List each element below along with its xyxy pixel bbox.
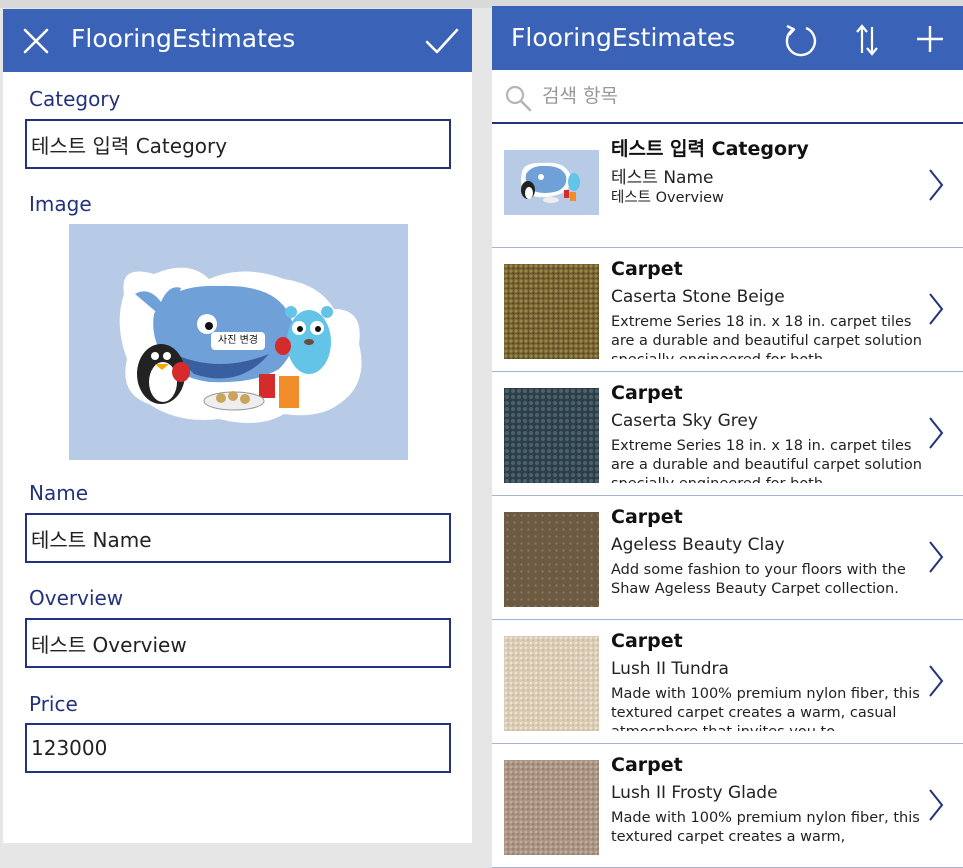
list-item[interactable]: Carpet Lush II Frosty Glade Made with 10… xyxy=(492,744,963,868)
change-photo-button[interactable]: 사진 변경 xyxy=(211,332,265,350)
item-overview: Made with 100% premium nylon fiber, this… xyxy=(611,686,920,731)
search-bar xyxy=(492,70,963,122)
item-category: Carpet xyxy=(611,506,683,528)
item-category: Carpet xyxy=(611,630,683,652)
price-input[interactable] xyxy=(25,723,451,773)
search-icon xyxy=(505,85,532,112)
search-input[interactable] xyxy=(542,80,942,112)
item-category: Carpet xyxy=(611,258,683,280)
list-item[interactable]: 테스트 입력 Category 테스트 Name 테스트 Overview xyxy=(492,124,963,248)
chevron-right-icon[interactable] xyxy=(927,167,945,203)
list-item[interactable]: Carpet Ageless Beauty Clay Add some fash… xyxy=(492,496,963,620)
item-name: Ageless Beauty Clay xyxy=(611,535,785,555)
item-overview: 테스트 Overview xyxy=(611,190,724,206)
item-thumbnail xyxy=(504,512,599,607)
item-name: Lush II Tundra xyxy=(611,659,729,679)
sort-icon[interactable] xyxy=(854,23,880,57)
name-label: Name xyxy=(29,481,89,505)
browse-title: FlooringEstimates xyxy=(511,23,736,52)
item-category: Carpet xyxy=(611,382,683,404)
chevron-right-icon[interactable] xyxy=(927,291,945,327)
chevron-right-icon[interactable] xyxy=(927,539,945,575)
image-label: Image xyxy=(29,192,92,216)
item-name: Caserta Stone Beige xyxy=(611,287,785,307)
edit-screen: FlooringEstimates Category Image xyxy=(3,9,472,843)
price-label: Price xyxy=(29,692,78,716)
item-thumbnail xyxy=(504,636,599,731)
chevron-right-icon[interactable] xyxy=(927,415,945,451)
item-overview: Made with 100% premium nylon fiber, this… xyxy=(611,810,920,845)
check-icon[interactable] xyxy=(425,27,459,55)
item-thumbnail xyxy=(504,264,599,359)
list-item[interactable]: Carpet Caserta Stone Beige Extreme Serie… xyxy=(492,248,963,372)
item-thumbnail xyxy=(504,760,599,855)
item-name: Lush II Frosty Glade xyxy=(611,783,778,803)
item-overview: Extreme Series 18 in. x 18 in. carpet ti… xyxy=(611,314,922,359)
item-name: 테스트 Name xyxy=(611,168,714,188)
edit-header: FlooringEstimates xyxy=(3,9,472,72)
name-input[interactable] xyxy=(25,513,451,563)
list-item[interactable]: Carpet Caserta Sky Grey Extreme Series 1… xyxy=(492,372,963,496)
item-thumbnail xyxy=(504,150,599,215)
item-overview: Extreme Series 18 in. x 18 in. carpet ti… xyxy=(611,438,922,483)
overview-label: Overview xyxy=(29,586,124,610)
item-category: Carpet xyxy=(611,754,683,776)
browse-header: FlooringEstimates xyxy=(492,6,963,70)
add-icon[interactable] xyxy=(915,24,945,54)
chevron-right-icon[interactable] xyxy=(927,787,945,823)
item-category: 테스트 입력 Category xyxy=(611,138,809,160)
refresh-icon[interactable] xyxy=(784,23,818,57)
item-name: Caserta Sky Grey xyxy=(611,411,758,431)
category-label: Category xyxy=(29,87,121,111)
edit-title: FlooringEstimates xyxy=(71,24,296,53)
browse-screen: FlooringEstimates 검색 항목 테스트 입력 Category … xyxy=(492,6,963,868)
overview-input[interactable] xyxy=(25,618,451,668)
category-input[interactable] xyxy=(25,119,451,169)
list-item[interactable]: Carpet Lush II Tundra Made with 100% pre… xyxy=(492,620,963,744)
close-icon[interactable] xyxy=(22,27,50,55)
item-overview: Add some fashion to your floors with the… xyxy=(611,562,906,597)
chevron-right-icon[interactable] xyxy=(927,663,945,699)
image-picker[interactable]: 사진 변경 xyxy=(69,224,408,460)
item-thumbnail xyxy=(504,388,599,483)
